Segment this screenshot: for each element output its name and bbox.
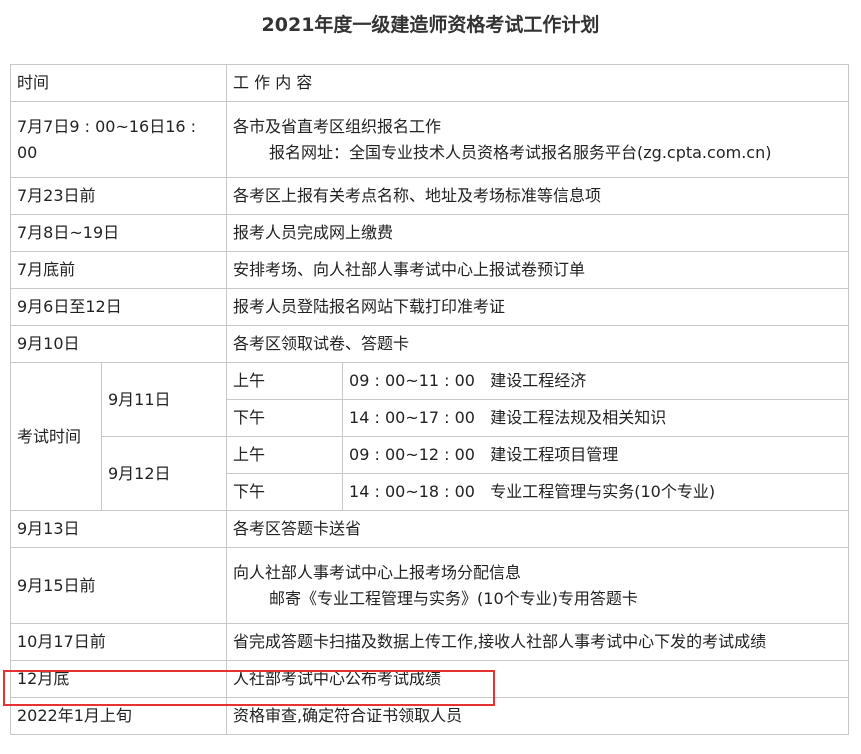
table-row: 7月23日前 各考区上报有关考点名称、地址及考场标准等信息项 — [9, 177, 850, 215]
table-row: 10月17日前 省完成答题卡扫描及数据上传工作,接收人社部人事考试中心下发的考试… — [9, 623, 850, 661]
header-content: 工 作 内 容 — [226, 64, 850, 102]
exam-date: 9月11日 — [100, 362, 228, 437]
highlight-box — [3, 670, 495, 706]
row-time: 7月7日9 : 00~16日16 : 00 — [9, 101, 228, 178]
row-content: 各考区上报有关考点名称、地址及考场标准等信息项 — [226, 177, 850, 215]
exam-row: 9月12日 上午 09 : 00~12 : 00 建设工程项目管理 — [11, 436, 850, 511]
row-time: 9月13日 — [9, 510, 228, 548]
exam-session: 14 : 00~18 : 00 专业工程管理与实务(10个专业) — [342, 473, 850, 511]
row-time: 7月8日~19日 — [9, 214, 228, 252]
exam-period: 上午 — [226, 436, 344, 474]
exam-session-time: 09 : 00~12 : 00 — [349, 445, 475, 464]
table-row: 9月13日 各考区答题卡送省 — [9, 510, 850, 548]
table-header-row: 时间 工 作 内 容 — [9, 64, 850, 102]
table-row: 7月7日9 : 00~16日16 : 00 各市及省直考区组织报名工作 报名网址… — [9, 101, 850, 178]
exam-date: 9月12日 — [100, 436, 228, 511]
exam-session: 09 : 00~11 : 00 建设工程经济 — [342, 362, 850, 400]
exam-session-subject: 建设工程法规及相关知识 — [490, 408, 667, 427]
exam-session-subject: 建设工程项目管理 — [490, 445, 619, 464]
table-row: 7月底前 安排考场、向人社部人事考试中心上报试卷预订单 — [9, 251, 850, 289]
exam-period: 下午 — [226, 473, 344, 511]
exam-label: 考试时间 — [10, 362, 102, 511]
exam-session-time: 14 : 00~17 : 00 — [349, 408, 475, 427]
table-row: 9月15日前 向人社部人事考试中心上报考场分配信息 邮寄《专业工程管理与实务》(… — [9, 547, 850, 624]
row-time: 9月10日 — [9, 325, 228, 363]
page-title: 2021年度一级建造师资格考试工作计划 — [261, 14, 600, 36]
row-content-line: 向人社部人事考试中心上报考场分配信息 — [233, 562, 522, 582]
row-time: 10月17日前 — [9, 623, 228, 661]
row-content-line-2: 邮寄《专业工程管理与实务》(10个专业)专用答题卡 — [269, 588, 638, 608]
exam-session-time: 09 : 00~11 : 00 — [349, 371, 475, 390]
header-time: 时间 — [9, 64, 228, 102]
row-time: 9月15日前 — [9, 547, 228, 624]
row-content: 向人社部人事考试中心上报考场分配信息 邮寄《专业工程管理与实务》(10个专业)专… — [226, 547, 850, 624]
row-content: 省完成答题卡扫描及数据上传工作,接收人社部人事考试中心下发的考试成绩 — [226, 623, 850, 661]
row-content-line: 各市及省直考区组织报名工作 — [233, 116, 442, 136]
exam-session-subject: 专业工程管理与实务(10个专业) — [490, 482, 716, 501]
exam-session: 14 : 00~17 : 00 建设工程法规及相关知识 — [342, 399, 850, 437]
row-content: 各考区答题卡送省 — [226, 510, 850, 548]
row-content: 各市及省直考区组织报名工作 报名网址：全国专业技术人员资格考试报名服务平台(zg… — [226, 101, 850, 178]
row-time: 7月23日前 — [9, 177, 228, 215]
schedule-table: 时间 工 作 内 容 7月7日9 : 00~16日16 : 00 各市及省直考区… — [9, 64, 850, 735]
exam-period: 下午 — [226, 399, 344, 437]
table-row: 7月8日~19日 报考人员完成网上缴费 — [9, 214, 850, 252]
exam-session: 09 : 00~12 : 00 建设工程项目管理 — [342, 436, 850, 474]
row-content: 各考区领取试卷、答题卡 — [226, 325, 850, 363]
exam-period: 上午 — [226, 362, 344, 400]
exam-row: 考试时间 9月11日 上午 09 : 00~11 : 00 建设工程经济 — [10, 362, 850, 511]
table-row: 9月10日 各考区领取试卷、答题卡 — [9, 325, 850, 363]
row-time: 7月底前 — [9, 251, 228, 289]
exam-session-time: 14 : 00~18 : 00 — [349, 482, 475, 501]
table-row: 9月6日至12日 报考人员登陆报名网站下载打印准考证 — [9, 288, 850, 326]
row-content-line-2: 报名网址：全国专业技术人员资格考试报名服务平台(zg.cpta.com.cn) — [269, 142, 772, 162]
row-content: 报考人员登陆报名网站下载打印准考证 — [226, 288, 850, 326]
row-content: 报考人员完成网上缴费 — [226, 214, 850, 252]
row-content: 安排考场、向人社部人事考试中心上报试卷预订单 — [226, 251, 850, 289]
row-time: 9月6日至12日 — [9, 288, 228, 326]
exam-session-subject: 建设工程经济 — [490, 371, 587, 390]
